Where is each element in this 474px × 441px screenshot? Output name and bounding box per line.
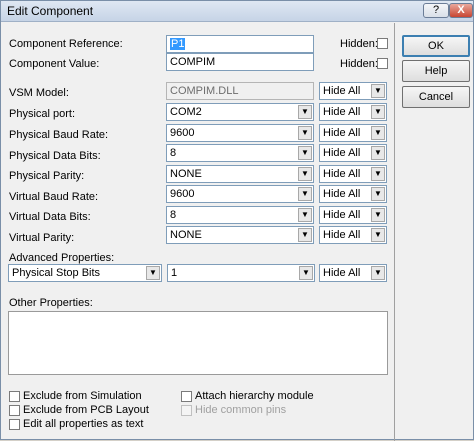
- vsm-model-label: VSM Model:: [9, 87, 69, 99]
- select-text: Hide All: [323, 168, 361, 180]
- virtual-baud-rate-select[interactable]: 9600 ▼: [166, 185, 314, 203]
- chevron-down-icon: ▼: [371, 228, 385, 242]
- chevron-down-icon: ▼: [298, 146, 312, 160]
- chevron-down-icon: ▼: [371, 84, 385, 98]
- virtual-data-bits-select[interactable]: 8 ▼: [166, 206, 314, 224]
- virtual-data-bits-label: Virtual Data Bits:: [9, 211, 91, 223]
- select-text: Hide All: [323, 85, 361, 97]
- select-text: Hide All: [323, 106, 361, 118]
- vsm-model-visibility-select[interactable]: Hide All ▼: [319, 82, 387, 100]
- chevron-down-icon: ▼: [371, 126, 385, 140]
- physical-baud-rate-label: Physical Baud Rate:: [9, 129, 109, 141]
- select-text: Hide All: [323, 267, 361, 279]
- exclude-simulation-label: Exclude from Simulation: [23, 390, 142, 402]
- select-text: Hide All: [323, 147, 361, 159]
- physical-baud-rate-visibility-select[interactable]: Hide All ▼: [319, 124, 387, 142]
- attach-hierarchy-checkbox[interactable]: [181, 391, 192, 402]
- hide-common-pins-checkbox: [181, 405, 192, 416]
- select-text: 8: [170, 209, 177, 221]
- physical-data-bits-select[interactable]: 8 ▼: [166, 144, 314, 162]
- chevron-down-icon: ▼: [371, 187, 385, 201]
- physical-baud-rate-select[interactable]: 9600 ▼: [166, 124, 314, 142]
- select-text: Physical Stop Bits: [12, 267, 101, 279]
- title-bar: Edit Component ? X: [1, 1, 473, 22]
- physical-parity-label: Physical Parity:: [9, 170, 85, 182]
- advanced-properties-label: Advanced Properties:: [9, 252, 115, 264]
- component-reference-label: Component Reference:: [9, 38, 123, 50]
- chevron-down-icon: ▼: [298, 228, 312, 242]
- hide-common-pins-label: Hide common pins: [195, 404, 287, 416]
- chevron-down-icon: ▼: [146, 266, 160, 280]
- advanced-property-select[interactable]: Physical Stop Bits ▼: [8, 264, 162, 282]
- component-reference-input[interactable]: P1: [166, 35, 314, 53]
- physical-data-bits-label: Physical Data Bits:: [9, 150, 101, 162]
- select-text: Hide All: [323, 209, 361, 221]
- select-text: Hide All: [323, 229, 361, 241]
- title-help-button[interactable]: ?: [423, 3, 449, 18]
- virtual-parity-visibility-select[interactable]: Hide All ▼: [319, 226, 387, 244]
- chevron-down-icon: ▼: [371, 266, 385, 280]
- physical-parity-select[interactable]: NONE ▼: [166, 165, 314, 183]
- other-properties-label: Other Properties:: [9, 297, 93, 309]
- hidden-reference-label: Hidden:: [340, 38, 378, 50]
- component-value-label: Component Value:: [9, 58, 100, 70]
- component-value-input[interactable]: COMPIM: [166, 53, 314, 71]
- physical-data-bits-visibility-select[interactable]: Hide All ▼: [319, 144, 387, 162]
- physical-port-select[interactable]: COM2 ▼: [166, 103, 314, 121]
- select-text: COM2: [170, 106, 202, 118]
- exclude-simulation-checkbox[interactable]: [9, 391, 20, 402]
- window-title: Edit Component: [7, 4, 94, 18]
- help-button[interactable]: Help: [402, 60, 470, 82]
- chevron-down-icon: ▼: [298, 187, 312, 201]
- hidden-value-checkbox[interactable]: [377, 58, 388, 69]
- select-text: Hide All: [323, 127, 361, 139]
- edit-all-label: Edit all properties as text: [23, 418, 144, 430]
- physical-parity-visibility-select[interactable]: Hide All ▼: [319, 165, 387, 183]
- select-text: 8: [170, 147, 177, 159]
- virtual-parity-select[interactable]: NONE ▼: [166, 226, 314, 244]
- other-properties-textarea[interactable]: [8, 311, 388, 375]
- chevron-down-icon: ▼: [299, 266, 313, 280]
- component-reference-value: P1: [170, 38, 186, 50]
- exclude-pcb-checkbox[interactable]: [9, 405, 20, 416]
- close-button[interactable]: X: [449, 3, 473, 18]
- chevron-down-icon: ▼: [298, 208, 312, 222]
- ok-button[interactable]: OK: [402, 35, 470, 57]
- attach-hierarchy-label: Attach hierarchy module: [195, 390, 314, 402]
- vsm-model-input: COMPIM.DLL: [166, 82, 314, 100]
- virtual-baud-rate-visibility-select[interactable]: Hide All ▼: [319, 185, 387, 203]
- virtual-data-bits-visibility-select[interactable]: Hide All ▼: [319, 206, 387, 224]
- chevron-down-icon: ▼: [371, 167, 385, 181]
- select-text: 9600: [170, 188, 195, 200]
- hidden-value-label: Hidden:: [340, 58, 378, 70]
- hidden-reference-checkbox[interactable]: [377, 38, 388, 49]
- divider: [394, 23, 395, 441]
- physical-port-label: Physical port:: [9, 108, 76, 120]
- advanced-visibility-select[interactable]: Hide All ▼: [319, 264, 387, 282]
- select-text: 1: [171, 267, 178, 279]
- cancel-button[interactable]: Cancel: [402, 86, 470, 108]
- chevron-down-icon: ▼: [371, 146, 385, 160]
- edit-all-checkbox[interactable]: [9, 419, 20, 430]
- advanced-value-select[interactable]: 1 ▼: [167, 264, 315, 282]
- select-text: Hide All: [323, 188, 361, 200]
- virtual-baud-rate-label: Virtual Baud Rate:: [9, 191, 99, 203]
- select-text: NONE: [170, 229, 202, 241]
- chevron-down-icon: ▼: [298, 167, 312, 181]
- physical-port-visibility-select[interactable]: Hide All ▼: [319, 103, 387, 121]
- edit-component-dialog: Edit Component ? X Component Reference: …: [0, 0, 474, 441]
- exclude-pcb-label: Exclude from PCB Layout: [23, 404, 149, 416]
- select-text: NONE: [170, 168, 202, 180]
- virtual-parity-label: Virtual Parity:: [9, 232, 75, 244]
- chevron-down-icon: ▼: [371, 105, 385, 119]
- chevron-down-icon: ▼: [298, 105, 312, 119]
- chevron-down-icon: ▼: [371, 208, 385, 222]
- select-text: 9600: [170, 127, 195, 139]
- chevron-down-icon: ▼: [298, 126, 312, 140]
